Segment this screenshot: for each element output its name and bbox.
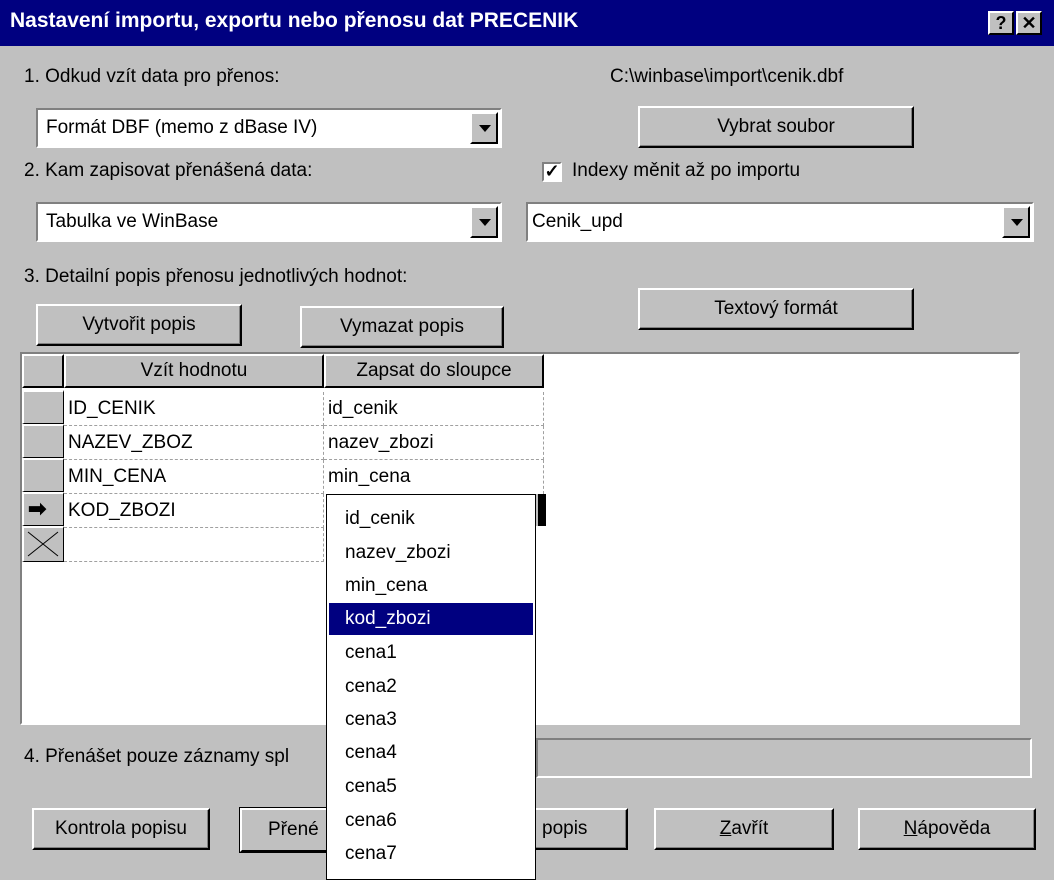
cell-dropdown-button[interactable]: [536, 494, 546, 526]
help-title-button[interactable]: ?: [988, 11, 1014, 35]
save-description-button[interactable]: popis: [536, 808, 628, 850]
step1-label: 1. Odkud vzít data pro přenos:: [24, 66, 280, 87]
dropdown-option[interactable]: min_cena: [329, 570, 533, 602]
clear-description-label: Vymazat popis: [340, 316, 464, 337]
create-description-button[interactable]: Vytvořit popis: [36, 304, 242, 346]
grid-corner-header: [22, 354, 64, 388]
transfer-button-label: Přené: [268, 819, 319, 840]
chevron-down-icon[interactable]: [1002, 206, 1030, 238]
row-selector[interactable]: [22, 390, 64, 424]
target-table-value: Cenik_upd: [532, 211, 623, 232]
create-description-label: Vytvořit popis: [82, 314, 196, 335]
clear-description-button[interactable]: Vymazat popis: [300, 306, 504, 348]
chevron-down-icon[interactable]: [470, 206, 498, 238]
table-cell-new[interactable]: [64, 528, 324, 562]
dropdown-option[interactable]: cena7: [329, 838, 533, 870]
file-path-label: C:\winbase\import\cenik.dbf: [610, 66, 844, 87]
arrow-right-icon: ➡: [28, 496, 47, 521]
new-record-icon: [27, 531, 59, 557]
table-cell-source[interactable]: NAZEV_ZBOZ: [64, 426, 324, 460]
transfer-button[interactable]: Přené: [239, 807, 327, 853]
row-selector-current[interactable]: ➡: [22, 492, 64, 526]
row-selector[interactable]: [22, 424, 64, 458]
table-cell-source[interactable]: MIN_CENA: [64, 460, 324, 494]
close-title-button[interactable]: ✕: [1016, 11, 1042, 35]
dropdown-option-selected[interactable]: kod_zbozi: [329, 603, 533, 635]
dropdown-option[interactable]: cena3: [329, 704, 533, 736]
table-cell-target[interactable]: id_cenik: [324, 392, 544, 426]
filter-condition-field[interactable]: [536, 738, 1032, 778]
column-header-source[interactable]: Vzít hodnotu: [64, 354, 324, 388]
dropdown-option[interactable]: cena1: [329, 637, 533, 669]
target-type-value: Tabulka ve WinBase: [46, 211, 219, 232]
close-button[interactable]: Zavřít: [654, 808, 834, 850]
row-selector-new[interactable]: [22, 526, 64, 562]
chevron-down-icon[interactable]: [470, 112, 498, 144]
check-description-button[interactable]: Kontrola popisu: [32, 808, 210, 850]
help-button-label: Nápověda: [903, 818, 991, 839]
dropdown-option[interactable]: cena5: [329, 771, 533, 803]
index-checkbox-label: Indexy měnit až po importu: [572, 160, 801, 181]
dropdown-option[interactable]: cena6: [329, 805, 533, 837]
dropdown-option[interactable]: cena2: [329, 671, 533, 703]
index-checkbox[interactable]: ✓: [542, 162, 562, 182]
target-table-select[interactable]: Cenik_upd: [526, 202, 1034, 242]
save-description-label: popis: [542, 818, 588, 839]
table-cell-target[interactable]: min_cena: [324, 460, 544, 494]
source-format-select[interactable]: Formát DBF (memo z dBase IV): [36, 108, 502, 148]
table-cell-source[interactable]: KOD_ZBOZI: [64, 494, 324, 528]
table-cell-source[interactable]: ID_CENIK: [64, 392, 324, 426]
close-button-label: Zavřít: [719, 818, 769, 839]
dropdown-option[interactable]: nazev_zbozi: [329, 537, 533, 569]
window-title: Nastavení importu, exportu nebo přenosu …: [10, 9, 579, 32]
step2-label: 2. Kam zapisovat přenášená data:: [24, 160, 313, 181]
step4-label: 4. Přenášet pouze záznamy spl: [24, 746, 290, 767]
text-format-label: Textový formát: [714, 298, 838, 319]
table-cell-target[interactable]: nazev_zbozi: [324, 426, 544, 460]
target-type-select[interactable]: Tabulka ve WinBase: [36, 202, 502, 242]
column-header-target[interactable]: Zapsat do sloupce: [324, 354, 544, 388]
select-file-button-label: Vybrat soubor: [717, 116, 835, 137]
check-description-label: Kontrola popisu: [54, 818, 188, 839]
source-format-value: Formát DBF (memo z dBase IV): [46, 117, 318, 138]
step3-label: 3. Detailní popis přenosu jednotlivých h…: [24, 266, 408, 287]
select-file-button[interactable]: Vybrat soubor: [638, 106, 914, 148]
column-dropdown-list[interactable]: id_cenik nazev_zbozi min_cena kod_zbozi …: [326, 494, 536, 880]
dropdown-option[interactable]: id_cenik: [329, 503, 533, 535]
help-button[interactable]: Nápověda: [858, 808, 1036, 850]
text-format-button[interactable]: Textový formát: [638, 288, 914, 330]
dropdown-option[interactable]: cena4: [329, 737, 533, 769]
row-selector[interactable]: [22, 458, 64, 492]
